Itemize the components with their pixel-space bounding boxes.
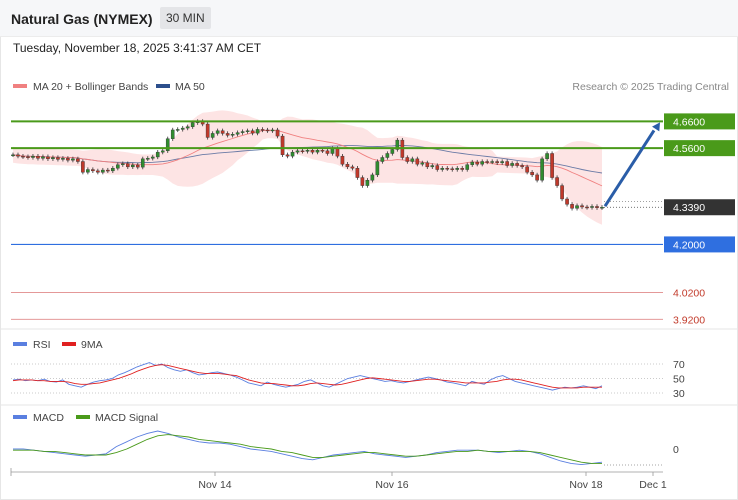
instrument-title: Natural Gas (NYMEX): [11, 11, 153, 27]
chart-frame: [0, 0, 738, 500]
timestamp: Tuesday, November 18, 2025 3:41:37 AM CE…: [13, 41, 262, 55]
timeframe-button[interactable]: 30 MIN: [160, 7, 211, 29]
header-bar: Natural Gas (NYMEX) 30 MIN: [0, 0, 738, 37]
